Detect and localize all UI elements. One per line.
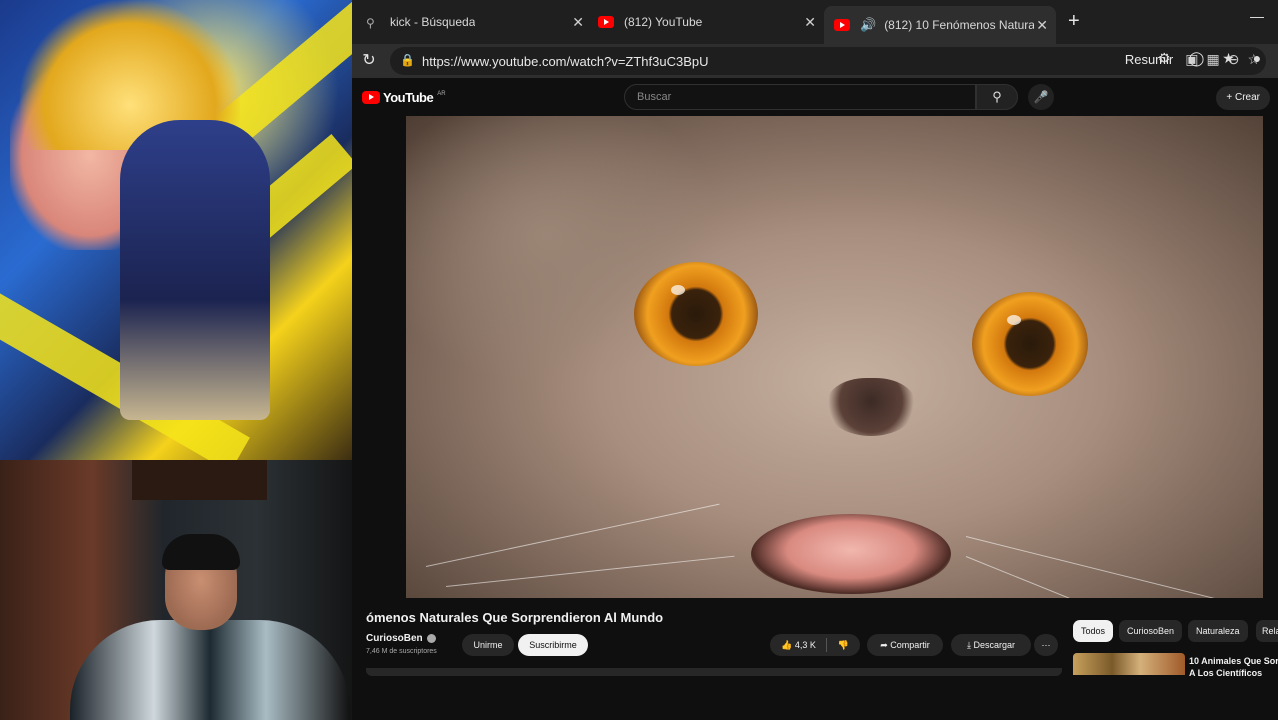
tab-title: (812) YouTube [624, 15, 703, 29]
cat-whisker [445, 555, 735, 587]
cat-nose [826, 378, 916, 436]
minimize-button[interactable]: — [1250, 8, 1264, 24]
plus-icon: + [1226, 92, 1235, 103]
chip-channel[interactable]: CuriosoBen [1119, 620, 1183, 642]
extensions-icon[interactable]: ⚙ [1158, 50, 1171, 67]
cat-right-eye [972, 292, 1088, 396]
browser-window: ⚲ kick - Búsqueda ✕ (812) YouTube ✕ 🔊 (8… [352, 0, 1278, 720]
stream-overlay-artwork [0, 0, 352, 460]
favorites-icon[interactable]: ★ [1222, 50, 1235, 67]
recommended-video-thumbnail[interactable] [1073, 653, 1185, 675]
join-button[interactable]: Unirme [462, 634, 514, 656]
download-label: Descargar [973, 640, 1015, 650]
channel-name[interactable]: CuriosoBen [366, 633, 436, 644]
video-title: ómenos Naturales Que Sorprendieron Al Mu… [366, 610, 664, 625]
cat-mouth [751, 514, 951, 594]
profile-icon[interactable]: ● [1253, 50, 1261, 67]
reload-icon[interactable]: ↻ [358, 50, 380, 72]
chip-all[interactable]: Todos [1073, 620, 1114, 642]
subscriber-count: 7,46 M de suscriptores [366, 648, 437, 655]
tab-kick-search[interactable]: ⚲ kick - Búsqueda ✕ [356, 6, 592, 38]
close-icon[interactable]: ✕ [572, 14, 584, 31]
like-count: 4,3 K [794, 640, 816, 650]
address-bar[interactable]: 🔒 https://www.youtube.com/watch?v=ZThf3u… [390, 47, 1266, 75]
cat-left-eye [634, 262, 758, 366]
voice-search-button[interactable]: 🎤 [1028, 84, 1054, 110]
like-button[interactable]: 👍 4,3 K [781, 634, 816, 656]
youtube-header: YouTube AR Buscar ⚲ 🎤 + Crear [352, 78, 1278, 116]
create-label: Crear [1234, 92, 1260, 103]
recommended-title-line: 10 Animales Que Sorp [1189, 656, 1278, 666]
youtube-icon [834, 19, 850, 31]
browser-toolbar: ↻ 🔒 https://www.youtube.com/watch?v=ZThf… [352, 44, 1278, 78]
more-icon: ⋯ [1041, 640, 1051, 650]
verified-icon [426, 633, 436, 643]
speaker-icon[interactable]: 🔊 [860, 17, 876, 33]
tab-youtube-home[interactable]: (812) YouTube ✕ [588, 6, 824, 38]
url-text[interactable]: https://www.youtube.com/watch?v=ZThf3uC3… [422, 54, 709, 69]
browser-extensions: ⚙ ◯ ★ ● [1158, 50, 1261, 67]
channel-name-text: CuriosoBen [366, 633, 423, 644]
chip-related[interactable]: Rela [1256, 620, 1278, 642]
video-player[interactable] [406, 116, 1263, 598]
lock-icon[interactable]: 🔒 [400, 53, 415, 67]
more-actions-button[interactable]: ⋯ [1034, 634, 1058, 656]
divider [826, 638, 828, 652]
recommended-title-line: A Los Científicos [1189, 668, 1263, 677]
create-button[interactable]: + Crear [1216, 86, 1270, 110]
cat-whisker [965, 536, 1238, 598]
webcam-person-hair [162, 534, 240, 570]
microphone-icon: 🎤 [1033, 90, 1049, 104]
search-icon: ⚲ [366, 16, 375, 30]
dislike-button[interactable]: 👎 [838, 634, 849, 656]
tab-youtube-video[interactable]: 🔊 (812) 10 Fenómenos Naturales ✕ [824, 6, 1056, 44]
country-code: AR [437, 90, 446, 97]
download-button[interactable]: ⤓ Descargar [951, 634, 1031, 656]
webcam-shelf [132, 460, 267, 500]
art-character-body [120, 120, 270, 420]
close-icon[interactable]: ✕ [1036, 17, 1048, 34]
search-button[interactable]: ⚲ [976, 84, 1018, 110]
tab-strip: ⚲ kick - Búsqueda ✕ (812) YouTube ✕ 🔊 (8… [352, 0, 1278, 44]
chip-nature[interactable]: Naturaleza [1188, 620, 1248, 642]
tab-title: kick - Búsqueda [390, 15, 476, 29]
subscribe-button[interactable]: Suscribirme [518, 634, 588, 656]
recommended-video-title[interactable]: 10 Animales Que Sorp A Los Científicos [1189, 655, 1278, 677]
like-dislike-group: 👍 4,3 K 👎 [770, 634, 860, 656]
description-box[interactable] [366, 668, 1062, 676]
thumbs-down-icon: 👎 [837, 640, 849, 650]
youtube-logo[interactable]: YouTube AR [362, 90, 446, 105]
cat-whisker [425, 503, 720, 567]
new-tab-button[interactable]: + [1068, 10, 1080, 33]
share-icon: ➦ [880, 640, 891, 650]
share-label: Compartir [890, 640, 930, 650]
cat-whisker [965, 556, 1208, 598]
close-icon[interactable]: ✕ [804, 14, 816, 31]
webcam-feed [0, 460, 366, 720]
search-icon: ⚲ [992, 89, 1002, 104]
thumbs-up-icon: 👍 [781, 640, 793, 650]
youtube-logo-text: YouTube [383, 90, 434, 105]
youtube-icon [598, 16, 614, 28]
search-placeholder: Buscar [637, 91, 672, 103]
youtube-play-icon [362, 91, 380, 104]
share-button[interactable]: ➦ Compartir [867, 634, 943, 656]
tab-title: (812) 10 Fenómenos Naturales [884, 18, 1035, 32]
webcam-person-jacket [70, 620, 350, 720]
search-input[interactable]: Buscar [624, 84, 976, 110]
sync-icon[interactable]: ◯ [1189, 50, 1205, 67]
